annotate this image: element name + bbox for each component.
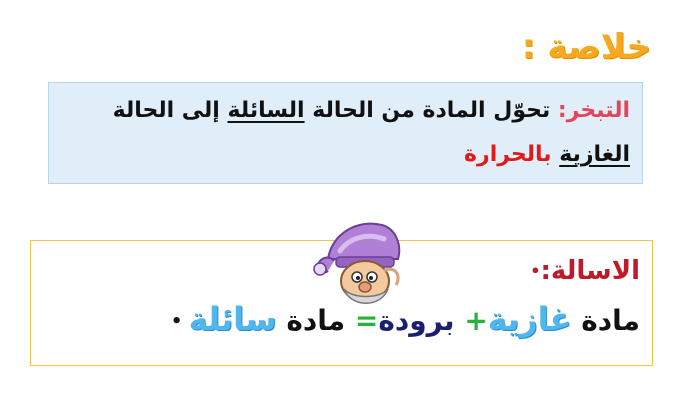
eq-gaseous-word: غازية [487,299,572,338]
definition-text-part1: تحوّل المادة من الحالة [304,98,558,123]
liquid-word: السائلة [227,98,305,123]
wizard-character-icon [313,222,401,304]
definition-term: التبخر: [557,98,630,123]
definition-text-part2: إلى الحالة [112,98,228,123]
eq-plus: + [464,303,488,337]
eq-liquid-word: سائلة [188,299,277,338]
eq-matter-1: مادة [571,303,640,337]
summary-heading: خلاصة : [521,27,651,67]
question-bullet: • [530,261,541,281]
question-label-text: الاسالة: [540,256,640,286]
eq-bullet: • [170,310,189,332]
definition-box: التبخر: تحوّل المادة من الحالة السائلة إ… [48,82,643,184]
gas-word: الغازية [559,142,630,167]
by-heat-text: بالحرارة [464,142,552,167]
